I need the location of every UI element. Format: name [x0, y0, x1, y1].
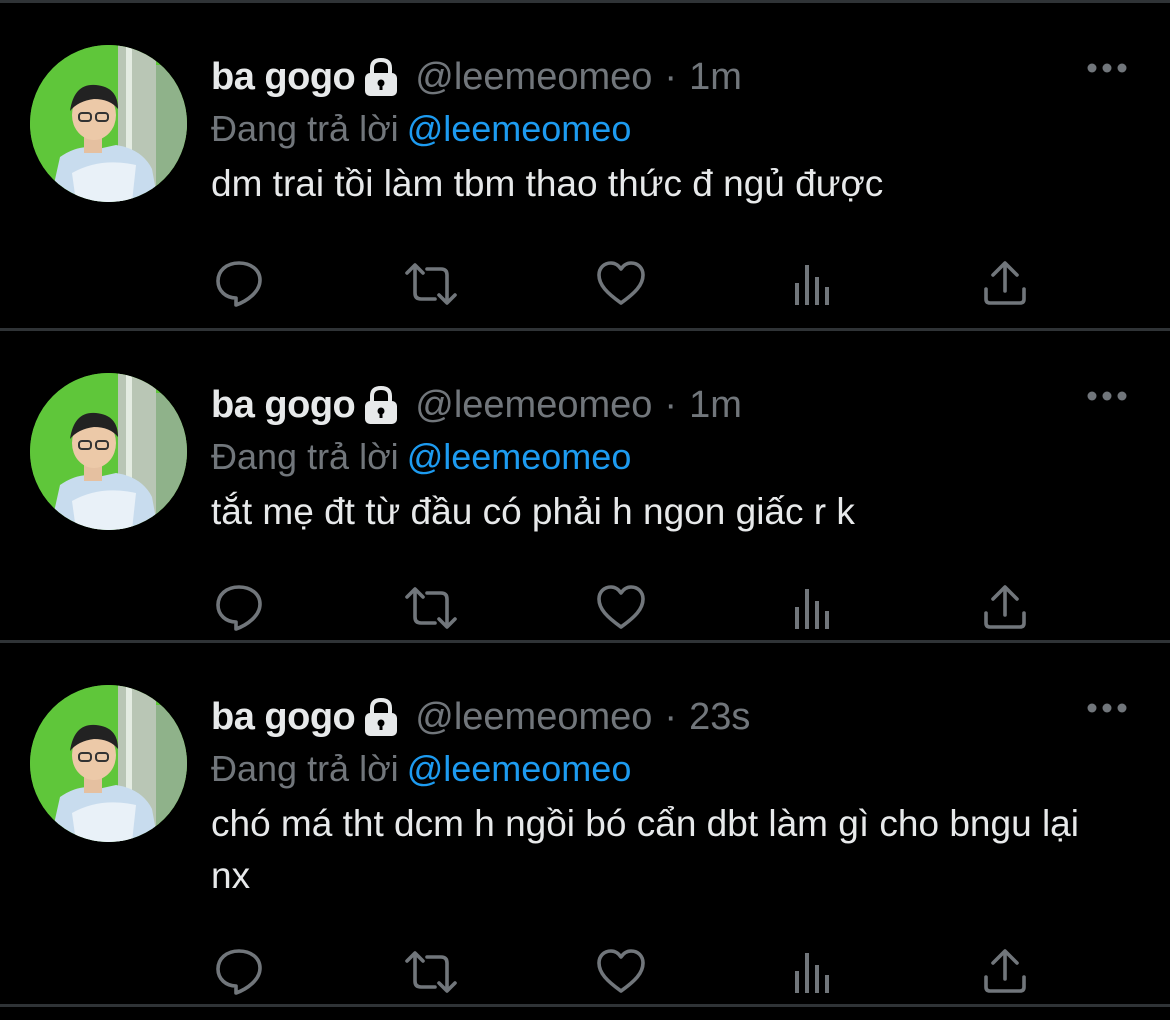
lock-icon [363, 697, 399, 737]
handle[interactable]: @leemeomeo [415, 378, 652, 432]
separator-dot: · [664, 56, 678, 98]
timestamp[interactable]: 23s [689, 690, 750, 744]
share-icon[interactable] [979, 947, 1031, 997]
like-icon[interactable] [595, 947, 647, 997]
more-icon[interactable] [1086, 701, 1128, 713]
retweet-icon[interactable] [401, 947, 457, 997]
tweet-content: ba gogo @leemeomeo · 1m Đang trả lời @lee… [211, 50, 1111, 210]
avatar[interactable] [30, 373, 187, 530]
display-name[interactable]: ba gogo [211, 378, 356, 432]
replying-to: Đang trả lời @leemeomeo [211, 104, 1111, 154]
lock-icon [363, 57, 399, 97]
reply-to-handle[interactable]: @leemeomeo [407, 108, 632, 149]
views-icon[interactable] [787, 583, 839, 633]
more-icon[interactable] [1086, 389, 1128, 401]
share-icon[interactable] [979, 583, 1031, 633]
tweet-content: ba gogo @leemeomeo · 1m Đang trả lời @lee… [211, 378, 1111, 538]
lock-icon [363, 385, 399, 425]
share-icon[interactable] [979, 259, 1031, 309]
tweet[interactable]: ba gogo @leemeomeo · 1m Đang trả lời @lee… [0, 331, 1170, 643]
replying-to: Đang trả lời @leemeomeo [211, 432, 1111, 482]
reply-to-handle[interactable]: @leemeomeo [407, 436, 632, 477]
tweet-header: ba gogo @leemeomeo · 23s [211, 690, 1111, 744]
retweet-icon[interactable] [401, 259, 457, 309]
tweet-header: ba gogo @leemeomeo · 1m [211, 378, 1111, 432]
display-name[interactable]: ba gogo [211, 690, 356, 744]
reply-icon[interactable] [213, 947, 265, 997]
tweet-content: ba gogo @leemeomeo · 23s Đang trả lời @le… [211, 690, 1111, 902]
reply-icon[interactable] [213, 583, 265, 633]
views-icon[interactable] [787, 947, 839, 997]
tweet-actions [211, 583, 1041, 633]
tweet[interactable]: ba gogo @leemeomeo · 1m Đang trả lời @lee… [0, 3, 1170, 331]
avatar[interactable] [30, 685, 187, 842]
reply-prefix: Đang trả lời [211, 436, 399, 477]
timestamp[interactable]: 1m [689, 378, 742, 432]
retweet-icon[interactable] [401, 583, 457, 633]
reply-prefix: Đang trả lời [211, 108, 399, 149]
separator-dot: · [664, 384, 678, 426]
timestamp[interactable]: 1m [689, 50, 742, 104]
like-icon[interactable] [595, 259, 647, 309]
reply-icon[interactable] [213, 259, 265, 309]
tweet-text: chó má tht dcm h ngồi bó cẩn dbt làm gì … [211, 803, 1079, 896]
tweet-feed: ba gogo @leemeomeo · 1m Đang trả lời @lee… [0, 3, 1170, 1007]
reply-prefix: Đang trả lời [211, 748, 399, 789]
like-icon[interactable] [595, 583, 647, 633]
tweet[interactable]: ba gogo @leemeomeo · 23s Đang trả lời @le… [0, 643, 1170, 1007]
tweet-actions [211, 947, 1041, 997]
replying-to: Đang trả lời @leemeomeo [211, 744, 1111, 794]
views-icon[interactable] [787, 259, 839, 309]
reply-to-handle[interactable]: @leemeomeo [407, 748, 632, 789]
tweet-text: tắt mẹ đt từ đầu có phải h ngon giấc r k [211, 491, 855, 532]
more-icon[interactable] [1086, 61, 1128, 73]
tweet-actions [211, 259, 1041, 309]
handle[interactable]: @leemeomeo [415, 50, 652, 104]
avatar[interactable] [30, 45, 187, 202]
tweet-header: ba gogo @leemeomeo · 1m [211, 50, 1111, 104]
display-name[interactable]: ba gogo [211, 50, 356, 104]
separator-dot: · [664, 696, 678, 738]
handle[interactable]: @leemeomeo [415, 690, 652, 744]
tweet-text: dm trai tồi làm tbm thao thức đ ngủ được [211, 163, 884, 204]
